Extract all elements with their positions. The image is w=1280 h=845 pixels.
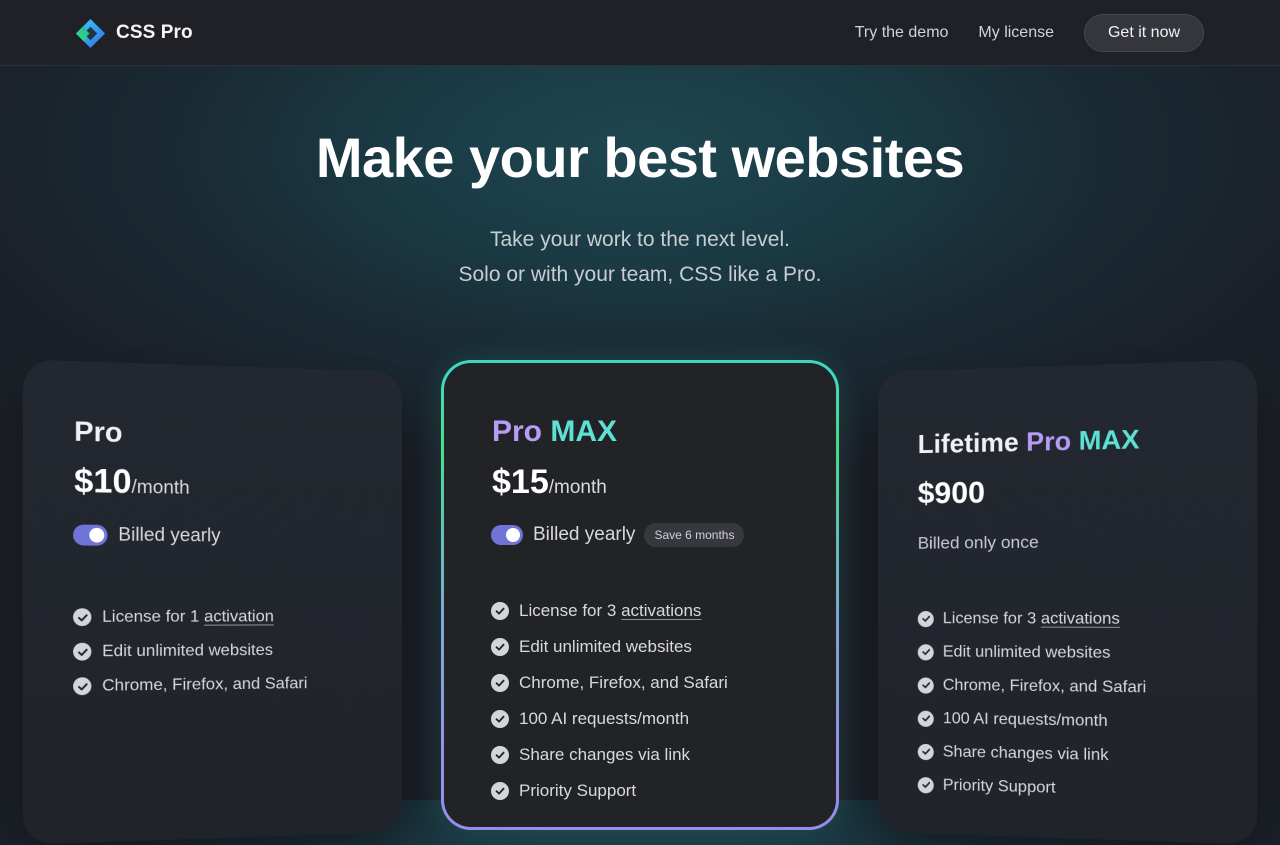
top-nav-bar: CSS Pro Try the demo My license Get it n… [0,0,1280,66]
billing-note: Billed only once [918,532,1039,553]
check-circle-icon [918,710,934,726]
plan-name-max: MAX [550,415,617,448]
brand[interactable]: CSS Pro [75,17,193,49]
feature-item: Chrome, Firefox, and Safari [918,668,1147,704]
billed-yearly-toggle[interactable] [73,524,108,545]
feature-text: Edit unlimited websites [102,641,273,661]
feature-list: License for 3 activations Edit unlimited… [918,602,1147,808]
plan-name-prefix: Lifetime [918,427,1019,460]
feature-item: Priority Support [918,768,1147,808]
feature-text: Priority Support [519,781,636,801]
hero-subtitle-line-2: Solo or with your team, CSS like a Pro. [0,257,1280,292]
feature-item: Edit unlimited websites [491,629,728,665]
feature-text: Share changes via link [519,745,690,765]
feature-text: Edit unlimited websites [943,643,1111,663]
feature-item: Edit unlimited websites [918,635,1147,670]
get-it-now-button[interactable]: Get it now [1084,14,1204,52]
plan-card-pro-max-border: Pro MAX $15 /month Billed yearly Save 6 … [441,360,839,830]
billing-label: Billed yearly [118,524,220,547]
feature-item: License for 3 activations [918,602,1147,636]
save-badge: Save 6 months [644,523,744,547]
feature-text: Edit unlimited websites [519,637,692,657]
feature-text: Priority Support [943,776,1056,797]
plan-name: Pro [74,416,122,449]
toggle-knob [506,528,520,542]
feature-text: Chrome, Firefox, and Safari [102,674,307,695]
check-circle-icon [491,674,509,692]
price: $10 [74,462,131,502]
feature-item: Chrome, Firefox, and Safari [73,667,307,704]
plan-name-pro: Pro [492,415,542,448]
feature-item: License for 1 activation [73,600,307,635]
nav-link-my-license[interactable]: My license [978,24,1054,42]
feature-text: 100 AI requests/month [519,709,689,729]
activations-link[interactable]: activations [621,601,701,621]
billing-toggle-row: Billed yearly Save 6 months [491,523,744,547]
feature-text: License for 1 [102,608,199,627]
price: $900 [918,476,985,511]
feature-text: 100 AI requests/month [943,709,1108,730]
check-circle-icon [73,677,91,695]
feature-item: Share changes via link [918,735,1147,774]
feature-list: License for 3 activations Edit unlimited… [491,593,728,809]
billing-toggle-row: Billed yearly [73,523,221,546]
brand-name: CSS Pro [116,22,193,44]
feature-text: License for 3 [943,610,1036,629]
check-circle-icon [491,782,509,800]
check-circle-icon [491,602,509,620]
price-period: /month [549,477,607,499]
feature-item: 100 AI requests/month [918,702,1147,740]
price-period: /month [131,476,189,499]
plan-name: Lifetime Pro MAX [918,424,1140,461]
check-circle-icon [491,746,509,764]
plan-card-pro[interactable]: Pro $10 /month Billed yearly License for… [23,359,402,844]
feature-text: License for 3 [519,601,616,621]
feature-item: Priority Support [491,773,728,809]
plan-name-pro: Pro [1026,425,1071,457]
feature-item: Chrome, Firefox, and Safari [491,665,728,701]
activations-link[interactable]: activations [1041,610,1120,629]
plan-name: Pro MAX [492,415,617,449]
main-nav: Try the demo My license Get it now [855,14,1204,52]
feature-item: 100 AI requests/month [491,701,728,737]
hero-subtitle: Take your work to the next level. Solo o… [0,222,1280,292]
check-circle-icon [918,611,934,627]
check-circle-icon [918,677,934,693]
feature-item: Share changes via link [491,737,728,773]
price: $15 [492,463,549,502]
diamond-logo-icon [75,18,106,49]
feature-list: License for 1 activation Edit unlimited … [73,600,307,704]
feature-item: Edit unlimited websites [73,633,307,669]
check-circle-icon [73,643,91,661]
feature-text: Share changes via link [943,743,1109,765]
price-row: $900 [918,476,985,511]
check-circle-icon [491,710,509,728]
billing-label: Billed yearly [533,524,635,546]
toggle-knob [89,527,104,542]
plan-card-lifetime[interactable]: Lifetime Pro MAX $900 Billed only once L… [878,359,1257,844]
check-circle-icon [73,608,91,626]
plan-name-max: MAX [1079,424,1140,456]
feature-text: Chrome, Firefox, and Safari [943,676,1146,697]
check-circle-icon [918,776,934,793]
check-circle-icon [918,743,934,759]
check-circle-icon [491,638,509,656]
check-circle-icon [918,644,934,660]
feature-text: Chrome, Firefox, and Safari [519,673,728,693]
plan-card-pro-max[interactable]: Pro MAX $15 /month Billed yearly Save 6 … [444,363,836,827]
hero-title: Make your best websites [0,125,1280,190]
price-row: $15 /month [492,463,607,502]
price-row: $10 /month [74,462,190,502]
feature-item: License for 3 activations [491,593,728,629]
billed-yearly-toggle[interactable] [491,525,523,545]
nav-link-try-demo[interactable]: Try the demo [855,24,949,42]
activation-link[interactable]: activation [204,608,274,627]
hero-subtitle-line-1: Take your work to the next level. [0,222,1280,257]
